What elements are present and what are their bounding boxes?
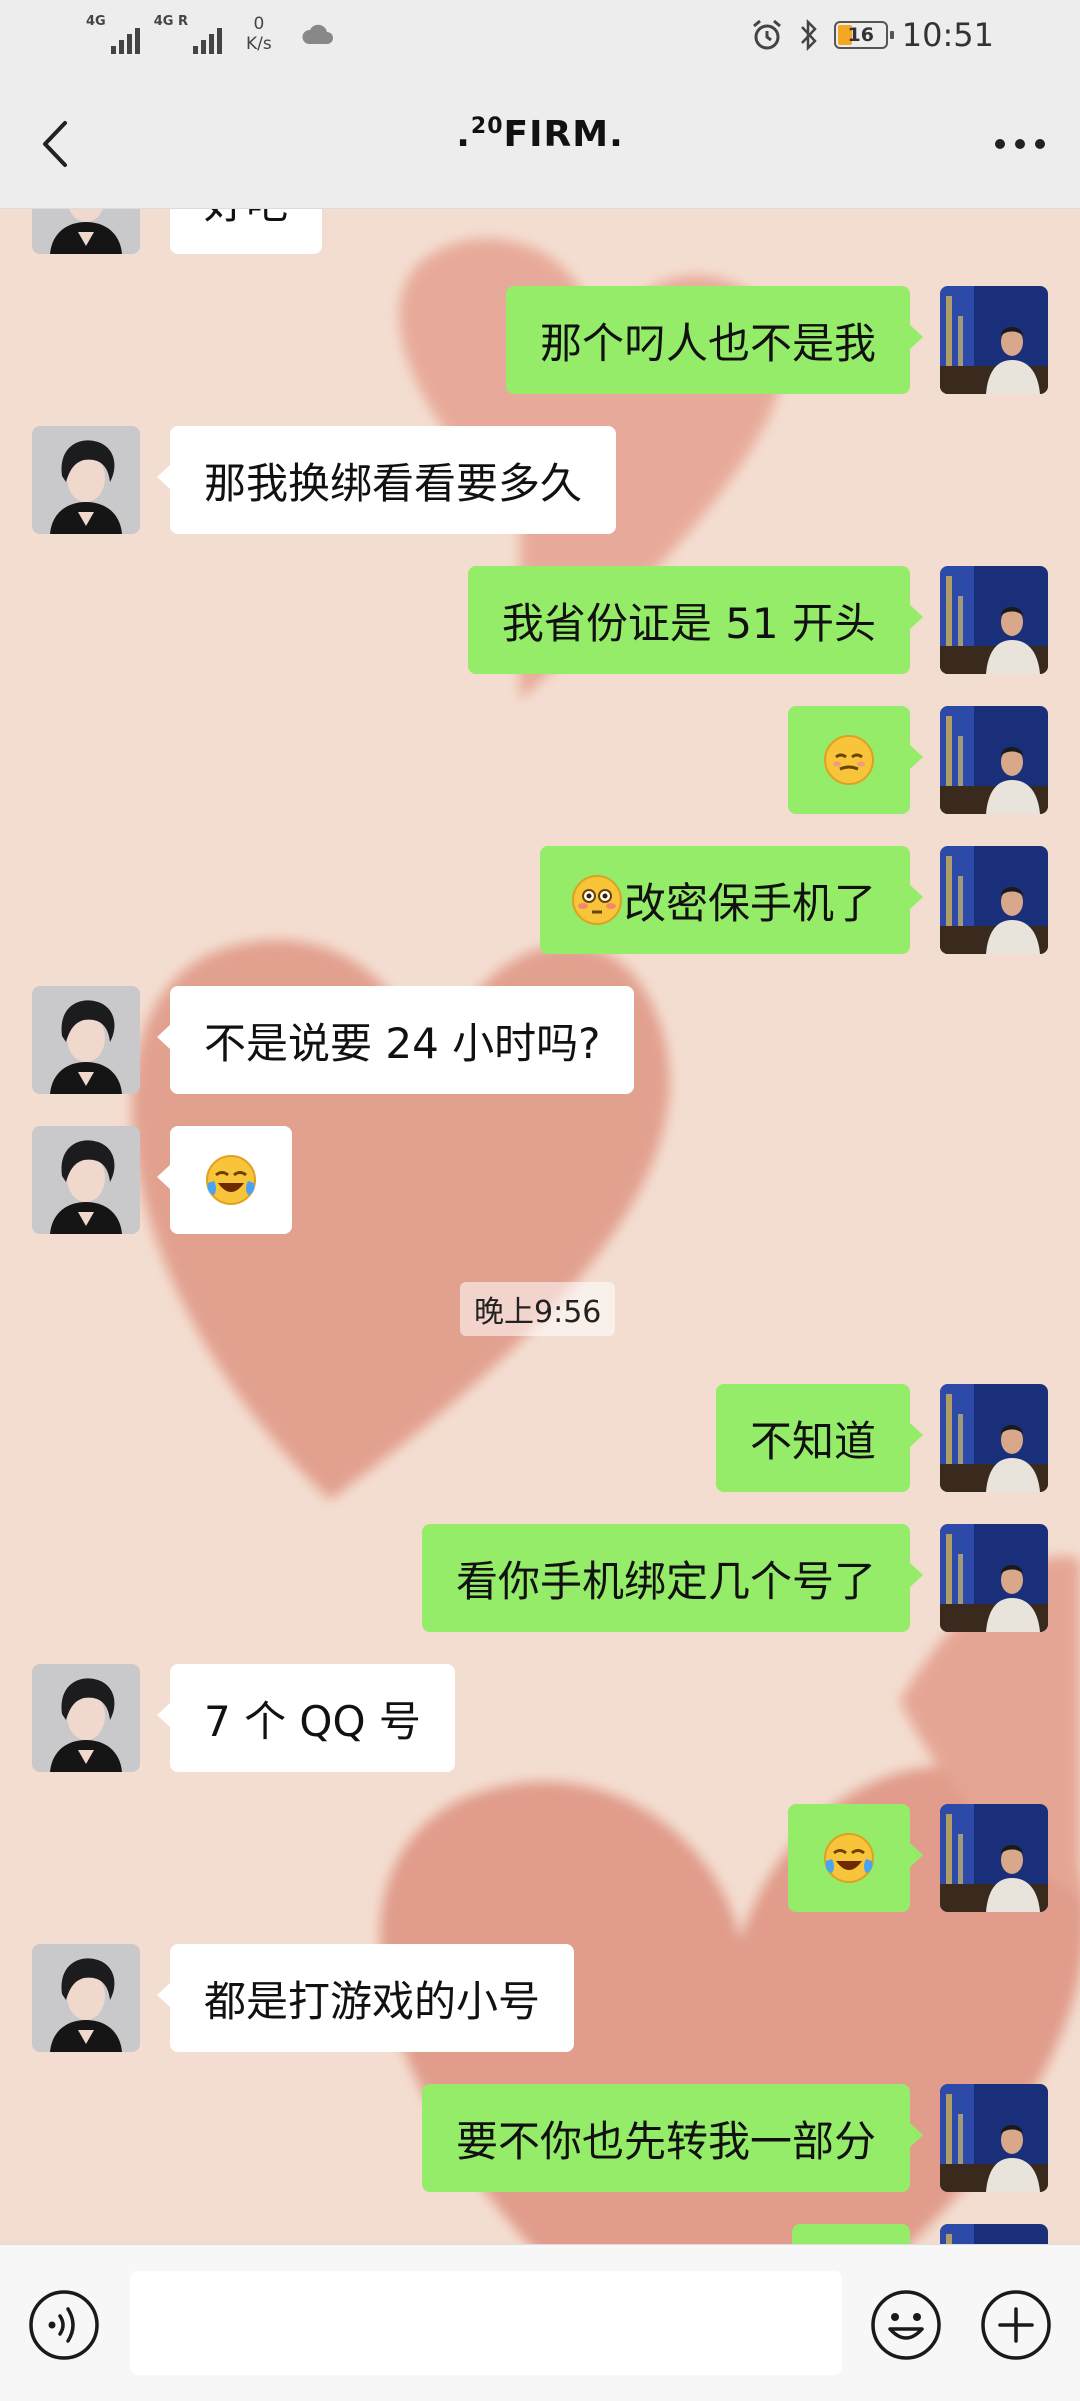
message-row: 不是说要 24 小时吗? [0,986,1080,1094]
chat-header: .20FIRM. [0,80,1080,209]
contact-avatar[interactable] [32,1664,140,1772]
crying-laughing-face-icon [822,1831,876,1885]
title-prefix: . [456,114,471,155]
emoji-icon[interactable] [870,2289,942,2361]
flushed-face-icon [570,873,624,927]
message-bubble[interactable]: 改密保手机了 [539,846,924,954]
message-bubble[interactable] [792,2224,910,2244]
signal-sim2-icon: 4G R [154,14,222,54]
my-avatar[interactable] [940,2084,1048,2192]
crying-laughing-face-icon [204,1153,258,1207]
net-speed-value: 0 [253,14,265,34]
timestamp-text: 晚上9:56 [474,1295,602,1330]
my-avatar[interactable] [940,706,1048,814]
message-row: 都是打游戏的小号 [0,1944,1080,2052]
my-avatar[interactable] [940,1804,1048,1912]
message-text: 好吧 [204,208,288,231]
message-row: 那个叼人也不是我 [0,286,1080,394]
message-list[interactable]: 好吧 那个叼人也不是我 那我换绑看看要多久 我省份证是 51 开头 改密保手机了 [0,208,1080,2244]
contact-avatar[interactable] [32,1126,140,1234]
message-bubble[interactable]: 不知道 [715,1384,924,1492]
message-bubble[interactable] [788,1804,923,1912]
more-dots-icon [995,139,1045,149]
message-bubble[interactable]: 都是打游戏的小号 [156,1944,575,2052]
message-bubble[interactable]: 7 个 QQ 号 [157,1664,455,1772]
message-bubble[interactable] [157,1126,292,1234]
net-speed-unit: K/s [245,34,272,54]
message-text: 那个叼人也不是我 [539,318,876,368]
status-bar: 4G 4G R 0 K/s 16 10:51 [0,0,1080,80]
message-text: 那我换绑看看要多久 [204,458,583,508]
voice-input-icon[interactable] [28,2289,100,2361]
my-avatar[interactable] [940,286,1048,394]
my-avatar[interactable] [940,2224,1048,2244]
message-row [0,1804,1080,1912]
message-input[interactable] [130,2271,842,2375]
network-speed: 0 K/s [246,14,272,54]
message-text: 都是打游戏的小号 [204,1976,541,2026]
battery-icon: 16 [833,21,894,49]
message-row: 看你手机绑定几个号了 [0,1524,1080,1632]
message-text: 要不你也先转我一部分 [455,2116,876,2166]
my-avatar[interactable] [940,846,1048,954]
message-text: 我省份证是 51 开头 [501,598,876,648]
message-bubble[interactable]: 不是说要 24 小时吗? [156,986,635,1094]
title-superscript: 20 [470,114,504,139]
chat-title: .20FIRM. [0,114,1080,155]
message-row: 改密保手机了 [0,846,1080,954]
battery-level: 16 [847,24,874,46]
message-row: 不知道 [0,1384,1080,1492]
message-text: 不知道 [749,1416,876,1466]
signal1-label: 4G [86,14,106,29]
timestamp: 晚上9:56 [460,1282,616,1336]
signal-sim1-icon: 4G [86,14,140,54]
more-options-button[interactable] [988,122,1052,166]
message-row: 7 个 QQ 号 [0,1664,1080,1772]
message-bubble[interactable]: 好吧 [156,208,323,254]
status-time: 10:51 [901,16,994,54]
add-attachment-icon[interactable] [980,2289,1052,2361]
message-text: 看你手机绑定几个号了 [455,1556,876,1606]
message-row: 那我换绑看看要多久 [0,426,1080,534]
message-bubble[interactable] [788,706,923,814]
message-row: 好吧 [0,208,1080,254]
message-bubble[interactable]: 看你手机绑定几个号了 [421,1524,924,1632]
contact-avatar[interactable] [32,1944,140,2052]
relieved-face-icon [822,733,876,787]
message-text: 不是说要 24 小时吗? [204,1018,601,1068]
message-row [0,1126,1080,1234]
bluetooth-icon [800,18,817,52]
input-bar [0,2244,1080,2401]
cloud-icon [302,24,333,44]
contact-avatar[interactable] [32,426,140,534]
message-bubble[interactable]: 要不你也先转我一部分 [421,2084,924,2192]
signal2-label: 4G R [153,14,188,29]
alarm-icon [752,19,781,50]
message-text: 7 个 QQ 号 [204,1696,421,1746]
message-row [0,706,1080,814]
message-text: 改密保手机了 [623,878,876,928]
message-bubble[interactable]: 那我换绑看看要多久 [156,426,617,534]
contact-avatar[interactable] [32,986,140,1094]
message-row: 我省份证是 51 开头 [0,566,1080,674]
title-main: FIRM. [503,114,624,155]
message-row-partial [0,2224,1080,2244]
message-row: 要不你也先转我一部分 [0,2084,1080,2192]
message-bubble[interactable]: 我省份证是 51 开头 [467,566,924,674]
my-avatar[interactable] [940,1524,1048,1632]
message-bubble[interactable]: 那个叼人也不是我 [505,286,924,394]
my-avatar[interactable] [940,1384,1048,1492]
contact-avatar[interactable] [32,208,140,254]
my-avatar[interactable] [940,566,1048,674]
